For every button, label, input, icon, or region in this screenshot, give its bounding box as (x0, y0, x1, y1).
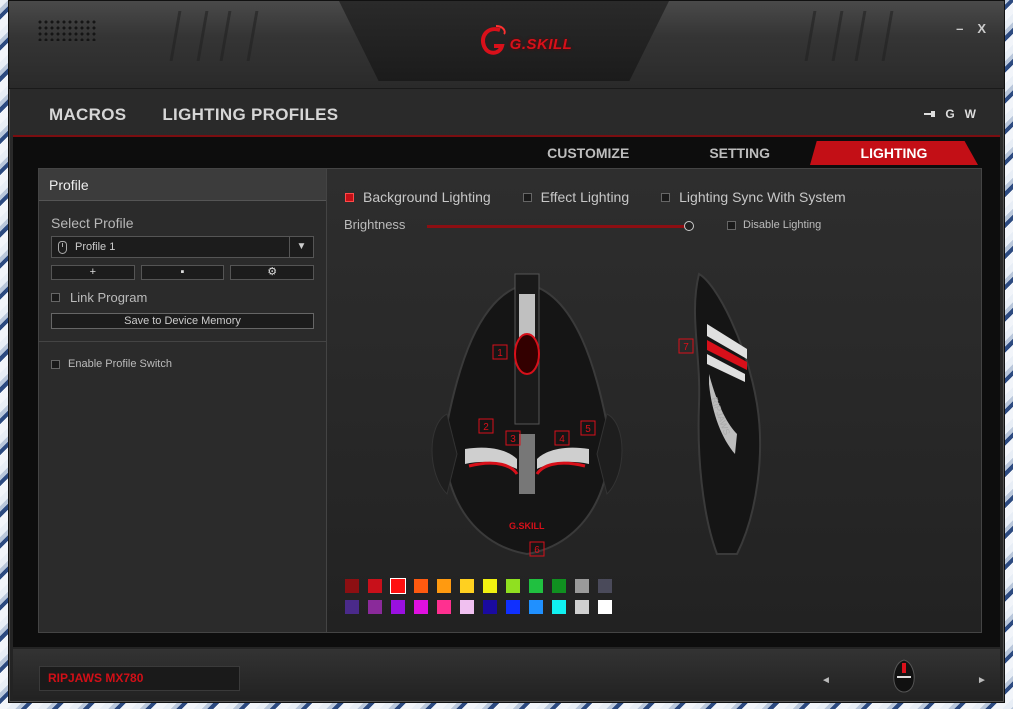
lighting-panel: Background Lighting Effect Lighting Ligh… (327, 168, 982, 633)
zone-6-label: 6 (534, 545, 540, 556)
minimize-button[interactable]: – (956, 21, 963, 36)
zone-5-label: 5 (585, 424, 591, 435)
zone-7-marker[interactable]: 7 (678, 338, 694, 354)
profile-settings-button[interactable]: ⚙ (230, 265, 315, 280)
nav-lighting-profiles[interactable]: LIGHTING PROFILES (162, 105, 338, 125)
add-profile-button[interactable]: + (51, 265, 135, 280)
g-button[interactable]: G (945, 107, 954, 121)
color-swatch[interactable] (460, 600, 474, 614)
mode-lighting-sync[interactable]: Lighting Sync With System (661, 189, 846, 205)
color-swatch[interactable] (368, 600, 382, 614)
gskill-logo: G.SKILL (464, 19, 584, 69)
speaker-grille (37, 19, 97, 41)
profile-panel-header: Profile (39, 169, 326, 201)
lighting-sync-label: Lighting Sync With System (679, 189, 846, 205)
profile-select[interactable]: Profile 1 ▼ (51, 236, 314, 258)
link-program-checkbox[interactable] (51, 293, 60, 302)
color-swatch[interactable] (437, 579, 451, 593)
mouse-icon (58, 240, 67, 254)
footer-bar: RIPJAWS MX780 ◄ ► (13, 649, 1000, 699)
mouse-logo-text: G.SKILL (509, 521, 545, 531)
color-swatch[interactable] (345, 579, 359, 593)
color-swatch[interactable] (414, 600, 428, 614)
color-swatch[interactable] (598, 579, 612, 593)
nav-macros[interactable]: MACROS (49, 105, 126, 125)
mouse-illustration: G.SKILL RIPJAWS 1 2 3 4 5 6 7 (431, 272, 762, 557)
select-profile-label: Select Profile (51, 215, 134, 231)
color-swatch[interactable] (437, 600, 451, 614)
nav-right-controls: G W (924, 107, 976, 121)
color-palette (345, 578, 612, 614)
title-bar[interactable]: G.SKILL – X (9, 1, 1004, 89)
tab-customize[interactable]: CUSTOMIZE (507, 141, 669, 165)
usb-icon[interactable] (924, 110, 936, 118)
main-nav: MACROS LIGHTING PROFILES (49, 105, 338, 125)
brightness-label: Brightness (344, 217, 406, 232)
color-swatch[interactable] (598, 600, 612, 614)
color-swatch[interactable] (552, 600, 566, 614)
lighting-sync-checkbox[interactable] (661, 192, 671, 202)
device-thumbnail[interactable] (891, 659, 917, 693)
content-area: CUSTOMIZE SETTING LIGHTING Profile Selec… (13, 137, 1000, 647)
zone-4-label: 4 (559, 434, 565, 445)
tab-lighting[interactable]: LIGHTING (810, 141, 978, 165)
color-swatch[interactable] (368, 579, 382, 593)
delete-profile-button[interactable]: ▪ (140, 265, 225, 280)
effect-lighting-checkbox[interactable] (522, 192, 532, 202)
vent-decoration (169, 11, 209, 61)
color-swatch[interactable] (414, 579, 428, 593)
prev-device-button[interactable]: ◄ (821, 675, 831, 686)
mouse-side-view: RIPJAWS (694, 272, 762, 555)
color-swatch[interactable] (575, 600, 589, 614)
vent-decoration (219, 11, 259, 61)
color-swatch[interactable] (552, 579, 566, 593)
enable-profile-switch-label: Enable Profile Switch (68, 358, 172, 370)
color-swatch[interactable] (483, 579, 497, 593)
background-lighting-checkbox[interactable] (345, 192, 354, 202)
brightness-slider-handle[interactable] (684, 221, 694, 231)
color-swatch[interactable] (529, 600, 543, 614)
color-swatch[interactable] (575, 579, 589, 593)
brightness-slider-track[interactable] (427, 225, 690, 228)
logo-text: G.SKILL (509, 35, 573, 53)
close-button[interactable]: X (977, 21, 986, 36)
mode-effect-lighting[interactable]: Effect Lighting (522, 189, 630, 205)
zone-2-label: 2 (483, 422, 489, 433)
link-program-label: Link Program (70, 290, 148, 305)
device-model-label: RIPJAWS MX780 (39, 666, 240, 691)
vent-decoration (804, 11, 844, 61)
color-swatch[interactable] (390, 578, 406, 594)
lighting-modes: Background Lighting Effect Lighting Ligh… (345, 189, 846, 205)
color-swatch[interactable] (529, 579, 543, 593)
zone-7-label: 7 (683, 342, 689, 353)
mouse-top-view: G.SKILL (431, 273, 623, 556)
tab-setting[interactable]: SETTING (669, 141, 810, 165)
disable-lighting-checkbox[interactable] (727, 220, 736, 230)
effect-lighting-label: Effect Lighting (540, 189, 630, 205)
zone-1-label: 1 (497, 348, 503, 359)
selected-profile-value: Profile 1 (75, 241, 116, 253)
color-swatch[interactable] (460, 579, 474, 593)
mode-background-lighting[interactable]: Background Lighting (345, 189, 491, 205)
color-swatch[interactable] (506, 579, 520, 593)
tab-bar: CUSTOMIZE SETTING LIGHTING (507, 141, 978, 165)
next-device-button[interactable]: ► (977, 675, 987, 686)
color-swatch[interactable] (391, 600, 405, 614)
enable-profile-switch-checkbox[interactable] (51, 359, 60, 369)
save-to-device-button[interactable]: Save to Device Memory (51, 313, 314, 329)
w-button[interactable]: W (965, 107, 976, 121)
chevron-down-icon[interactable]: ▼ (289, 237, 313, 257)
color-swatch[interactable] (345, 600, 359, 614)
vent-decoration (854, 11, 894, 61)
profile-panel: Profile Select Profile Profile 1 ▼ + ▪ ⚙… (38, 168, 327, 633)
zone-3-label: 3 (510, 434, 516, 445)
app-window: G.SKILL – X MACROS LIGHTING PROFILES G W… (8, 0, 1005, 703)
gskill-g-icon (480, 25, 506, 55)
disable-lighting-label: Disable Lighting (743, 219, 822, 231)
color-swatch[interactable] (483, 600, 497, 614)
color-swatch[interactable] (506, 600, 520, 614)
background-lighting-label: Background Lighting (363, 189, 491, 205)
